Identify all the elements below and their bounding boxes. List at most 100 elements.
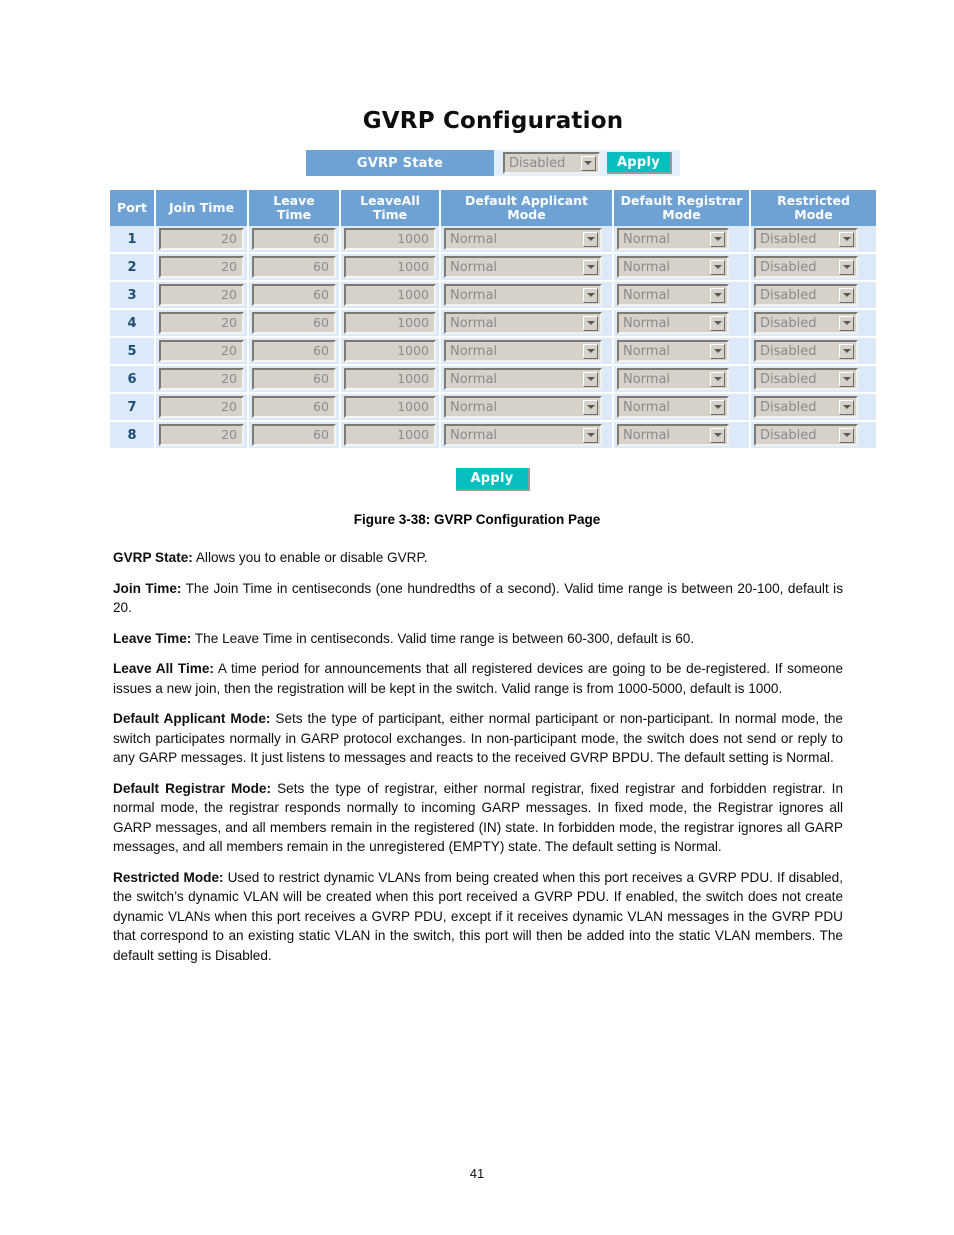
applicant-mode-select[interactable]: Normal <box>444 228 602 250</box>
chevron-down-icon[interactable] <box>583 315 598 331</box>
chevron-down-icon[interactable] <box>583 399 598 415</box>
cell-registrar-mode: Normal <box>612 421 751 450</box>
applicant-mode-select-value: Normal <box>450 371 498 387</box>
registrar-mode-select[interactable]: Normal <box>617 228 729 250</box>
chevron-down-icon[interactable] <box>583 287 598 303</box>
chevron-down-icon[interactable] <box>839 343 854 359</box>
cell-join-time: 20 <box>154 226 249 254</box>
registrar-mode-select[interactable]: Normal <box>617 256 729 278</box>
page-number: 41 <box>469 1166 485 1181</box>
leave-time-input[interactable]: 60 <box>252 340 336 362</box>
chevron-down-icon[interactable] <box>583 371 598 387</box>
applicant-mode-select[interactable]: Normal <box>444 284 602 306</box>
applicant-mode-select[interactable]: Normal <box>444 396 602 418</box>
definition-term: Restricted Mode: <box>113 869 224 885</box>
chevron-down-icon[interactable] <box>583 343 598 359</box>
join-time-input[interactable]: 20 <box>159 256 244 278</box>
leaveall-time-input[interactable]: 1000 <box>344 312 436 334</box>
definition-paragraph: Default Registrar Mode: Sets the type of… <box>113 780 843 855</box>
applicant-mode-select[interactable]: Normal <box>444 312 602 334</box>
apply-state-button[interactable]: Apply <box>606 152 673 174</box>
cell-join-time: 20 <box>154 365 249 394</box>
restricted-mode-select[interactable]: Disabled <box>754 368 858 390</box>
apply-table-button[interactable]: Apply <box>456 468 530 491</box>
cell-registrar-mode: Normal <box>612 393 751 422</box>
chevron-down-icon[interactable] <box>710 343 725 359</box>
registrar-mode-select-value: Normal <box>623 315 671 331</box>
cell-registrar-mode: Normal <box>612 309 751 338</box>
leaveall-time-input[interactable]: 1000 <box>344 256 436 278</box>
join-time-input[interactable]: 20 <box>159 368 244 390</box>
join-time-input[interactable]: 20 <box>159 396 244 418</box>
chevron-down-icon[interactable] <box>710 371 725 387</box>
chevron-down-icon[interactable] <box>839 315 854 331</box>
chevron-down-icon[interactable] <box>710 315 725 331</box>
cell-join-time: 20 <box>154 421 249 450</box>
chevron-down-icon[interactable] <box>710 427 725 443</box>
restricted-mode-select[interactable]: Disabled <box>754 284 858 306</box>
column-header-applicant-line2: Mode <box>507 207 546 222</box>
join-time-input[interactable]: 20 <box>159 312 244 334</box>
restricted-mode-select[interactable]: Disabled <box>754 256 858 278</box>
registrar-mode-select[interactable]: Normal <box>617 312 729 334</box>
registrar-mode-select[interactable]: Normal <box>617 396 729 418</box>
leaveall-time-input[interactable]: 1000 <box>344 396 436 418</box>
restricted-mode-select[interactable]: Disabled <box>754 228 858 250</box>
restricted-mode-select[interactable]: Disabled <box>754 424 858 446</box>
registrar-mode-select[interactable]: Normal <box>617 284 729 306</box>
cell-applicant-mode: Normal <box>439 253 614 282</box>
restricted-mode-select[interactable]: Disabled <box>754 396 858 418</box>
chevron-down-icon[interactable] <box>839 427 854 443</box>
applicant-mode-select[interactable]: Normal <box>444 368 602 390</box>
join-time-input[interactable]: 20 <box>159 228 244 250</box>
chevron-down-icon[interactable] <box>839 259 854 275</box>
leave-time-input[interactable]: 60 <box>252 368 336 390</box>
applicant-mode-select-value: Normal <box>450 315 498 331</box>
chevron-down-icon[interactable] <box>839 399 854 415</box>
join-time-input[interactable]: 20 <box>159 424 244 446</box>
table-body: 1 20 60 1000 Normal Normal Disabled 2 20 60 1000 No… <box>110 226 876 450</box>
chevron-down-icon[interactable] <box>583 259 598 275</box>
leave-time-input[interactable]: 60 <box>252 312 336 334</box>
registrar-mode-select[interactable]: Normal <box>617 424 729 446</box>
leaveall-time-input[interactable]: 1000 <box>344 368 436 390</box>
registrar-mode-select[interactable]: Normal <box>617 340 729 362</box>
join-time-input[interactable]: 20 <box>159 284 244 306</box>
leave-time-input[interactable]: 60 <box>252 396 336 418</box>
chevron-down-icon[interactable] <box>583 427 598 443</box>
chevron-down-icon[interactable] <box>580 155 596 171</box>
cell-leave-time: 60 <box>247 309 341 338</box>
chevron-down-icon[interactable] <box>710 259 725 275</box>
leaveall-time-input[interactable]: 1000 <box>344 340 436 362</box>
chevron-down-icon[interactable] <box>710 231 725 247</box>
chevron-down-icon[interactable] <box>839 231 854 247</box>
join-time-input[interactable]: 20 <box>159 340 244 362</box>
restricted-mode-select[interactable]: Disabled <box>754 340 858 362</box>
cell-leaveall-time: 1000 <box>339 281 441 310</box>
chevron-down-icon[interactable] <box>583 231 598 247</box>
registrar-mode-select[interactable]: Normal <box>617 368 729 390</box>
column-header-applicant-line1: Default Applicant <box>464 193 589 208</box>
chevron-down-icon[interactable] <box>839 371 854 387</box>
leave-time-input[interactable]: 60 <box>252 424 336 446</box>
leaveall-time-input[interactable]: 1000 <box>344 228 436 250</box>
leaveall-time-input[interactable]: 1000 <box>344 284 436 306</box>
chevron-down-icon[interactable] <box>710 399 725 415</box>
leave-time-input[interactable]: 60 <box>252 228 336 250</box>
leaveall-time-input[interactable]: 1000 <box>344 424 436 446</box>
applicant-mode-select[interactable]: Normal <box>444 340 602 362</box>
chevron-down-icon[interactable] <box>839 287 854 303</box>
leave-time-input[interactable]: 60 <box>252 284 336 306</box>
restricted-mode-select[interactable]: Disabled <box>754 312 858 334</box>
table-row: 2 20 60 1000 Normal Normal Disabled <box>110 253 876 282</box>
leave-time-input[interactable]: 60 <box>252 256 336 278</box>
cell-leave-time: 60 <box>247 421 341 450</box>
cell-applicant-mode: Normal <box>439 393 614 422</box>
applicant-mode-select[interactable]: Normal <box>444 256 602 278</box>
cell-applicant-mode: Normal <box>439 365 614 394</box>
applicant-mode-select-value: Normal <box>450 399 498 415</box>
applicant-mode-select[interactable]: Normal <box>444 424 602 446</box>
gvrp-state-select[interactable]: Disabled <box>502 152 600 174</box>
chevron-down-icon[interactable] <box>710 287 725 303</box>
gvrp-port-table: Port Join Time Leave Time LeaveAll Time … <box>110 190 876 450</box>
